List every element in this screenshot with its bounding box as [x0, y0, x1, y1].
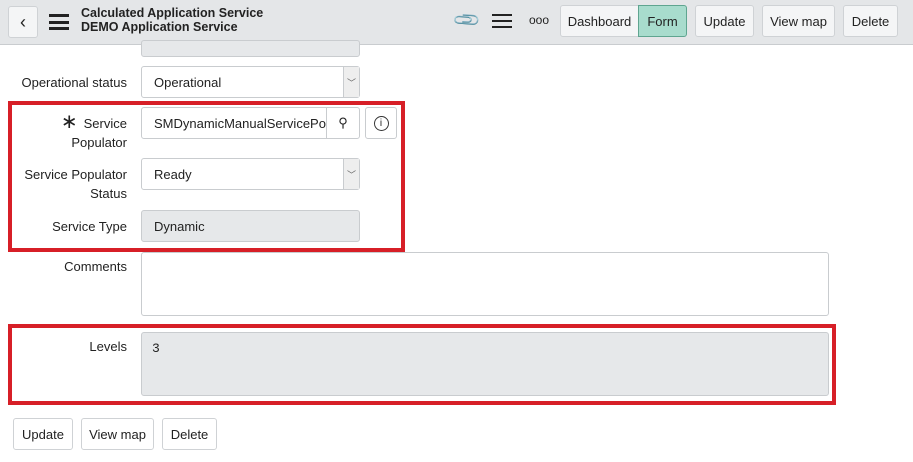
more-options-icon[interactable]: ooo [529, 13, 549, 27]
chevron-down-icon: ﹀ [343, 67, 359, 97]
settings-sliders-icon[interactable] [492, 12, 512, 30]
view-map-button[interactable]: View map [762, 5, 835, 37]
back-button[interactable]: ‹ [8, 6, 38, 38]
operational-status-label: Operational status [21, 75, 127, 90]
chevron-left-icon: ‹ [20, 11, 26, 32]
paperclip-icon[interactable]: 📎 [452, 5, 483, 36]
comments-textarea[interactable] [141, 252, 829, 316]
form-header: ‹ Calculated Application Service DEMO Ap… [0, 0, 913, 45]
menu-icon[interactable] [49, 14, 69, 30]
record-type-title: Calculated Application Service [81, 6, 264, 20]
highlight-box [8, 324, 836, 405]
form-button[interactable]: Form [638, 5, 687, 37]
delete-button[interactable]: Delete [843, 5, 898, 37]
update-button[interactable]: Update [695, 5, 754, 37]
field-above-partial [141, 40, 360, 57]
footer-delete-button[interactable]: Delete [162, 418, 217, 450]
footer-view-map-button[interactable]: View map [81, 418, 154, 450]
operational-status-value: Operational [154, 74, 222, 90]
footer-update-button[interactable]: Update [13, 418, 73, 450]
operational-status-select[interactable]: Operational ﹀ [141, 66, 360, 98]
comments-label: Comments [64, 259, 127, 274]
record-name: DEMO Application Service [81, 20, 238, 34]
highlight-box [8, 101, 405, 252]
dashboard-button[interactable]: Dashboard [560, 5, 639, 37]
